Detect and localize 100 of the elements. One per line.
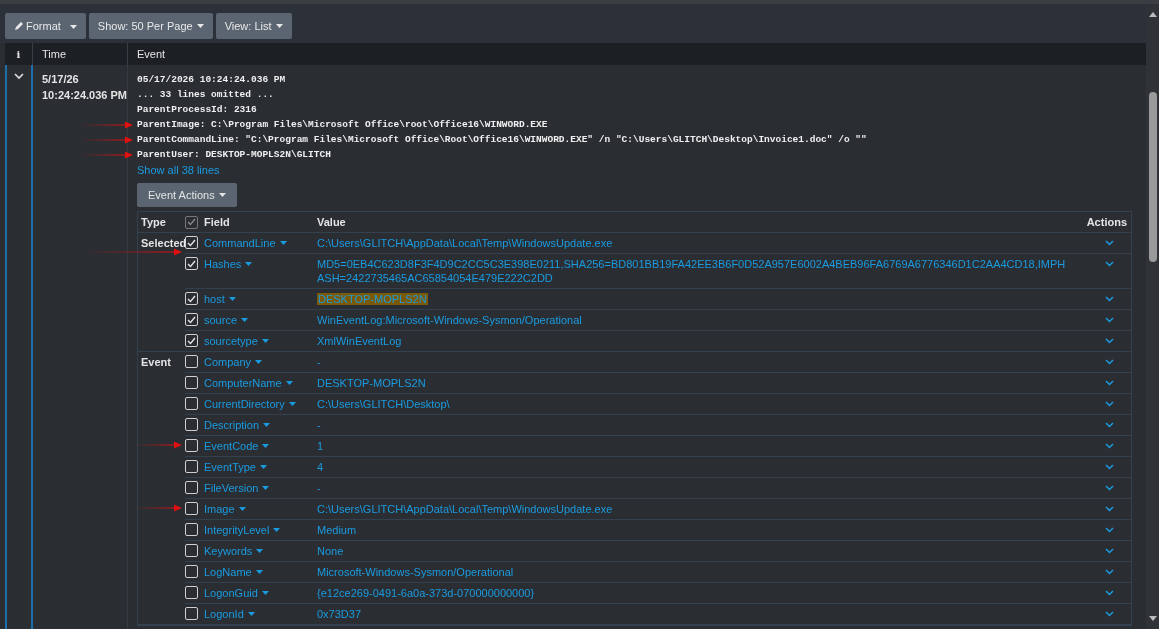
field-name[interactable]: CommandLine (204, 236, 317, 250)
field-value[interactable]: None (317, 545, 344, 557)
field-value[interactable]: 0x73D37 (317, 608, 362, 620)
menu-button[interactable]: Show: 50 Per Page (88, 13, 213, 39)
caret-icon (218, 193, 226, 197)
field-value[interactable]: - (317, 356, 321, 368)
field-value[interactable]: 1 (317, 440, 324, 452)
field-value[interactable]: {e12ce269-0491-6a0a-373d-070000000000} (317, 587, 535, 599)
field-name[interactable]: EventCode (204, 439, 317, 453)
type-label: Event (141, 356, 171, 368)
column-header: Type (140, 215, 167, 229)
caret-icon (228, 297, 236, 301)
scroll-down-icon[interactable] (1148, 616, 1157, 621)
field-value[interactable]: WinEventLog:Microsoft-Windows-Sysmon/Operational (317, 314, 582, 326)
field-value[interactable]: - (317, 482, 321, 494)
chevron-down-icon[interactable] (1105, 548, 1114, 554)
column-header: Field (204, 215, 231, 229)
show-all-link[interactable]: Show all 38 lines (137, 163, 1132, 177)
field-name[interactable]: Description (204, 418, 317, 432)
caret-icon (260, 465, 267, 469)
caret-icon (275, 24, 283, 28)
chevron-down-icon[interactable] (1105, 317, 1114, 323)
field-value[interactable]: DESKTOP-MOPLS2N (317, 377, 426, 389)
scroll-up-icon[interactable] (1148, 12, 1157, 17)
chevron-down-icon[interactable] (1105, 401, 1114, 407)
chevron-down-icon[interactable] (1105, 338, 1114, 344)
field-name[interactable]: Image (204, 502, 317, 516)
field-name[interactable]: ComputerName (204, 376, 317, 390)
field-value[interactable]: MD5=0EB4C623D8F3F4D9C2CC5C3E398E0211,SHA256=BD801BB19FA42EE3B6F0D52A957E6002A4BEB96FA6769A6776346D1C2AA4CD18,IMPHASH=2422735465AC65854054E479E222C2DD (317, 257, 1066, 285)
type-label: Selected (141, 237, 187, 249)
field-name[interactable]: Hashes (204, 257, 317, 271)
field-name[interactable]: CurrentDirectory (204, 397, 317, 411)
event-actions-button[interactable]: Event Actions (137, 183, 237, 207)
field-name[interactable]: LogonGuid (204, 586, 317, 600)
field-name[interactable]: FileVersion (204, 481, 317, 495)
caret-icon (273, 528, 281, 532)
field-name[interactable]: sourcetype (204, 334, 317, 348)
caret-icon (255, 360, 263, 364)
field-name[interactable]: host (204, 292, 317, 306)
field-value[interactable]: C:\Users\GLITCH\AppData\Local\Temp\WindowsUpdate.exe (317, 237, 613, 249)
chevron-down-icon[interactable] (1105, 296, 1114, 302)
field-value[interactable]: C:\Users\GLITCH\AppData\Local\Temp\WindowsUpdate.exe (317, 503, 613, 515)
caret-icon (288, 402, 296, 406)
format-button[interactable]: Format (5, 13, 86, 39)
caret-icon (279, 241, 287, 245)
event-line: ParentImage: C:\Program Files\Microsoft Office\root\Office16\WINWORD.EXE (137, 118, 548, 133)
checkbox[interactable] (185, 215, 198, 229)
chevron-down-icon[interactable] (1105, 569, 1114, 575)
chevron-down-icon[interactable] (1105, 527, 1114, 533)
caret-icon (69, 24, 77, 29)
field-value[interactable]: 4 (317, 461, 324, 473)
field-name[interactable]: Keywords (204, 544, 317, 558)
caret-icon (262, 486, 270, 490)
chevron-down-icon[interactable] (1105, 380, 1114, 386)
expand-toggle[interactable] (14, 73, 24, 80)
pencil-icon (14, 21, 23, 31)
event-time: 10:24:24.036 PM (42, 88, 127, 103)
field-value[interactable]: Microsoft-Windows-Sysmon/Operational (317, 566, 514, 578)
caret-icon (238, 507, 246, 511)
event-line: ParentUser: DESKTOP-MOPLS2N\GLITCH (137, 148, 331, 163)
check-icon (187, 218, 196, 226)
column-header: Actions (1086, 215, 1128, 229)
chevron-down-icon[interactable] (1105, 359, 1114, 365)
menu-button[interactable]: View: List (215, 13, 292, 39)
chevron-down-icon[interactable] (1105, 506, 1114, 512)
caret-icon (255, 570, 263, 574)
event-line: 05/17/2026 10:24:24.036 PM (137, 73, 286, 88)
chevron-down-icon[interactable] (1105, 464, 1114, 470)
field-value[interactable]: Medium (317, 524, 357, 536)
field-name[interactable]: Company (204, 355, 317, 369)
field-value[interactable]: XmlWinEventLog (317, 335, 402, 347)
scroll-thumb[interactable] (1149, 92, 1157, 262)
caret-icon (241, 318, 249, 322)
caret-icon (256, 549, 264, 553)
field-name[interactable]: LogName (204, 565, 317, 579)
field-value[interactable]: - (317, 419, 321, 431)
chevron-down-icon[interactable] (1105, 590, 1114, 596)
caret-icon (285, 381, 293, 385)
field-name[interactable]: LogonId (204, 607, 317, 621)
field-name[interactable]: IntegrityLevel (204, 523, 317, 537)
field-name[interactable]: source (204, 313, 317, 327)
column-header: Time (33, 43, 128, 65)
field-name[interactable]: EventType (204, 460, 317, 474)
chevron-down-icon[interactable] (1105, 422, 1114, 428)
event-line: ... 33 lines omitted ... (137, 88, 274, 103)
column-header: Event (136, 46, 166, 62)
scrollbar[interactable] (1146, 4, 1159, 629)
event-line: ParentCommandLine: "C:\Program Files\Microsoft Office\Root\Office16\WINWORD.EXE" /n "C:\Users\GLITCH\Desktop\Invoice1.doc" /o "" (137, 133, 867, 148)
caret-icon (261, 591, 269, 595)
chevron-down-icon[interactable] (1105, 443, 1114, 449)
check-icon (187, 315, 196, 324)
info-column-header: i (5, 43, 33, 65)
chevron-down-icon[interactable] (1105, 611, 1114, 617)
check-icon (187, 238, 196, 247)
chevron-down-icon[interactable] (1105, 485, 1114, 491)
field-value[interactable]: C:\Users\GLITCH\Desktop\ (317, 398, 450, 410)
chevron-down-icon[interactable] (1105, 261, 1114, 267)
chevron-down-icon[interactable] (1105, 240, 1114, 246)
caret-icon (196, 24, 204, 28)
caret-icon (262, 444, 270, 448)
